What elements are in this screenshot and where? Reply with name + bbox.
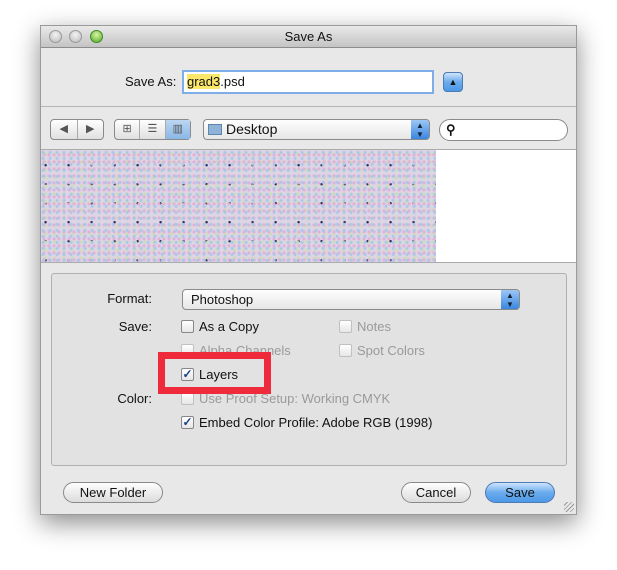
popup-arrows-icon: ▲ ▼	[411, 120, 429, 139]
highlight-annotation-box	[158, 352, 271, 394]
folder-icon	[208, 124, 222, 135]
title-bar: Save As	[41, 26, 576, 48]
triangle-up-icon: ▲	[448, 77, 458, 87]
checkbox-box	[339, 320, 352, 333]
icon-view-icon[interactable]: ⊞	[115, 120, 141, 139]
save-button[interactable]: Save	[485, 482, 555, 503]
filename-input[interactable]: grad3.psd	[182, 70, 434, 94]
format-label: Format:	[107, 291, 152, 306]
list-view-icon[interactable]: ☰	[140, 120, 166, 139]
view-mode-buttons: ⊞ ☰ ▥	[114, 119, 191, 140]
collapse-button[interactable]: ▲	[443, 72, 463, 92]
as-a-copy-checkbox[interactable]: As a Copy	[181, 319, 259, 334]
location-value: Desktop	[226, 121, 278, 137]
column-view-icon[interactable]: ▥	[165, 120, 190, 139]
checkbox-box	[339, 344, 352, 357]
search-input[interactable]: ⚲	[439, 119, 568, 141]
resize-grip[interactable]	[564, 502, 574, 512]
back-icon[interactable]: ◀	[51, 120, 78, 139]
format-options-panel: Format: Photoshop ▲ ▼ Save: Color: As a Co…	[51, 273, 567, 466]
close-button[interactable]	[49, 30, 62, 43]
location-popup[interactable]: Desktop ▲ ▼	[203, 119, 430, 140]
divider	[41, 106, 576, 107]
spot-colors-checkbox: Spot Colors	[339, 343, 425, 358]
filename-extension: .psd	[220, 74, 245, 89]
search-icon: ⚲	[446, 122, 456, 137]
format-value: Photoshop	[191, 292, 254, 307]
checkmark-icon: ✓	[181, 415, 194, 429]
new-folder-button[interactable]: New Folder	[63, 482, 163, 503]
save-as-dialog: Save As Save As: grad3.psd ▲ ◀ ▶ ⊞ ☰ ▥ D…	[40, 25, 577, 515]
zoom-button[interactable]	[90, 30, 103, 43]
embed-color-profile-checkbox[interactable]: ✓ Embed Color Profile: Adobe RGB (1998)	[181, 415, 432, 430]
notes-checkbox: Notes	[339, 319, 391, 334]
filename-selection: grad3	[187, 74, 221, 89]
minimize-button[interactable]	[69, 30, 82, 43]
cancel-button[interactable]: Cancel	[401, 482, 471, 503]
save-label: Save:	[118, 319, 152, 334]
window-title: Save As	[284, 29, 333, 44]
file-browser[interactable]	[41, 149, 576, 263]
forward-icon[interactable]: ▶	[78, 120, 104, 139]
file-preview-image	[41, 150, 436, 262]
format-popup[interactable]: Photoshop ▲ ▼	[182, 289, 520, 310]
popup-arrows-icon: ▲ ▼	[501, 290, 519, 309]
color-label: Color:	[117, 391, 152, 406]
checkbox-box	[181, 320, 194, 333]
save-as-label: Save As:	[125, 74, 177, 89]
nav-buttons: ◀ ▶	[50, 119, 104, 140]
